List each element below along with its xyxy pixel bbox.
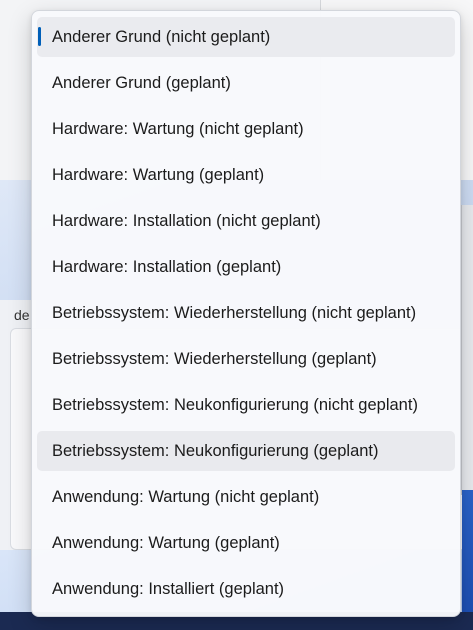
dropdown-option[interactable]: Anderer Grund (nicht geplant) xyxy=(37,17,455,57)
dropdown-option[interactable]: Hardware: Installation (geplant) xyxy=(37,247,455,287)
option-label: Anwendung: Installiert (geplant) xyxy=(52,579,285,598)
shutdown-reason-dropdown-list[interactable]: Anderer Grund (nicht geplant) Anderer Gr… xyxy=(31,10,461,617)
option-label: Hardware: Installation (geplant) xyxy=(52,257,282,276)
selection-indicator xyxy=(38,27,41,46)
dropdown-option[interactable]: Anwendung: Wartung (nicht geplant) xyxy=(37,477,455,517)
option-label: Anderer Grund (nicht geplant) xyxy=(52,27,271,46)
background-partial-label: de xyxy=(14,307,30,323)
option-label: Betriebssystem: Wiederherstellung (gepla… xyxy=(52,349,377,368)
option-label: Betriebssystem: Neukonfigurierung (nicht… xyxy=(52,395,418,414)
dropdown-option[interactable]: Anwendung: Wartung (geplant) xyxy=(37,523,455,563)
dropdown-option[interactable]: Anwendung: Installiert (geplant) xyxy=(37,569,455,609)
option-label: Hardware: Wartung (geplant) xyxy=(52,165,265,184)
dropdown-option[interactable]: Betriebssystem: Neukonfigurierung (gepla… xyxy=(37,431,455,471)
option-label: Anwendung: Wartung (geplant) xyxy=(52,533,280,552)
option-label: Betriebssystem: Wiederherstellung (nicht… xyxy=(52,303,417,322)
background-scrollbar xyxy=(461,205,473,495)
dropdown-option[interactable]: Anderer Grund (geplant) xyxy=(37,63,455,103)
option-label: Betriebssystem: Neukonfigurierung (gepla… xyxy=(52,441,379,460)
option-label: Anderer Grund (geplant) xyxy=(52,73,231,92)
option-label: Anwendung: Wartung (nicht geplant) xyxy=(52,487,320,506)
option-label: Hardware: Wartung (nicht geplant) xyxy=(52,119,304,138)
dropdown-option[interactable]: Hardware: Installation (nicht geplant) xyxy=(37,201,455,241)
dropdown-option[interactable]: Betriebssystem: Wiederherstellung (gepla… xyxy=(37,339,455,379)
dropdown-option[interactable]: Hardware: Wartung (nicht geplant) xyxy=(37,109,455,149)
dropdown-option[interactable]: Betriebssystem: Wiederherstellung (nicht… xyxy=(37,293,455,333)
background-accent xyxy=(462,490,473,612)
dropdown-option[interactable]: Betriebssystem: Neukonfigurierung (nicht… xyxy=(37,385,455,425)
dropdown-option[interactable]: Hardware: Wartung (geplant) xyxy=(37,155,455,195)
option-label: Hardware: Installation (nicht geplant) xyxy=(52,211,321,230)
